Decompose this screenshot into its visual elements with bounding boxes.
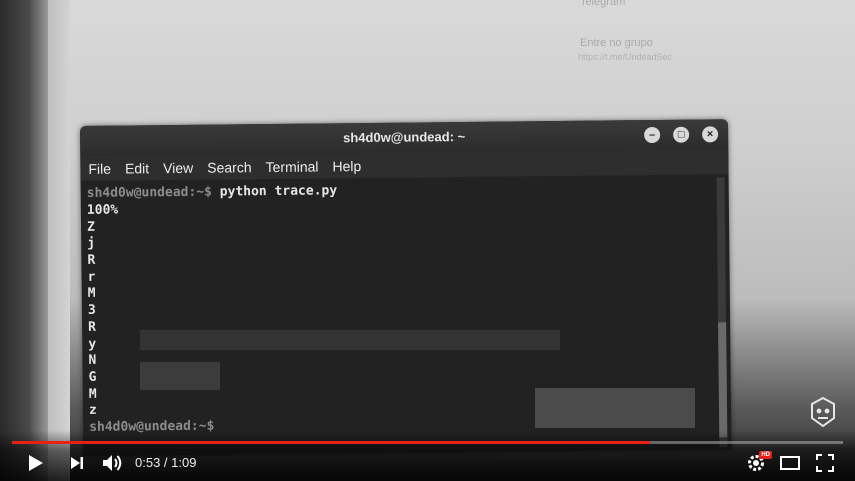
maximize-button[interactable]: □ bbox=[673, 126, 690, 143]
progress-bar-played bbox=[12, 441, 651, 444]
window-controls: – □ × bbox=[644, 126, 719, 144]
background-join-text: Entre no grupo bbox=[580, 37, 653, 49]
frame-edge-light bbox=[48, 0, 70, 481]
video-frame[interactable]: Telegram Entre no grupo https://t.me/Und… bbox=[0, 0, 855, 481]
player-controls-bar bbox=[0, 430, 855, 481]
time-separator: / bbox=[160, 455, 172, 470]
theater-mode-icon bbox=[780, 456, 800, 470]
screen-glare bbox=[140, 330, 560, 350]
play-icon bbox=[29, 455, 43, 471]
play-button[interactable] bbox=[24, 450, 48, 476]
close-button[interactable]: × bbox=[702, 126, 719, 143]
screen-glare bbox=[140, 362, 220, 390]
menu-search[interactable]: Search bbox=[207, 159, 252, 175]
current-time: 0:53 bbox=[135, 455, 161, 470]
next-button[interactable] bbox=[66, 450, 88, 476]
screen-glare bbox=[535, 388, 695, 428]
theater-mode-button[interactable] bbox=[778, 450, 802, 476]
prompt-path: :~$ bbox=[188, 184, 213, 200]
settings-icon-wrap: HD bbox=[746, 451, 772, 473]
terminal-title: sh4d0w@undead: ~ bbox=[342, 128, 466, 146]
scrollbar-thumb[interactable] bbox=[718, 322, 728, 438]
duration: 1:09 bbox=[171, 455, 197, 470]
fullscreen-icon bbox=[816, 454, 834, 472]
channel-logo-icon[interactable] bbox=[808, 396, 838, 428]
background-group-link: https://t.me/UndeadSec bbox=[578, 52, 673, 62]
menu-terminal[interactable]: Terminal bbox=[265, 158, 318, 175]
minimize-button[interactable]: – bbox=[644, 126, 661, 144]
settings-button[interactable]: HD bbox=[744, 450, 772, 476]
background-telegram-heading: Telegram bbox=[580, 0, 626, 8]
prompt-user: sh4d0w@undead bbox=[86, 184, 189, 201]
volume-icon bbox=[103, 455, 122, 471]
frame-edge bbox=[0, 0, 48, 481]
menu-view[interactable]: View bbox=[163, 159, 193, 175]
next-icon bbox=[71, 457, 83, 469]
fullscreen-button[interactable] bbox=[813, 450, 837, 476]
menu-file[interactable]: File bbox=[88, 160, 111, 176]
menu-help[interactable]: Help bbox=[332, 158, 361, 174]
menu-edit[interactable]: Edit bbox=[125, 160, 149, 176]
command-text: python trace.py bbox=[211, 183, 338, 200]
hd-badge: HD bbox=[759, 451, 772, 459]
volume-button[interactable] bbox=[100, 450, 126, 476]
progress-bar[interactable] bbox=[12, 441, 843, 444]
time-display: 0:53 / 1:09 bbox=[135, 455, 196, 470]
